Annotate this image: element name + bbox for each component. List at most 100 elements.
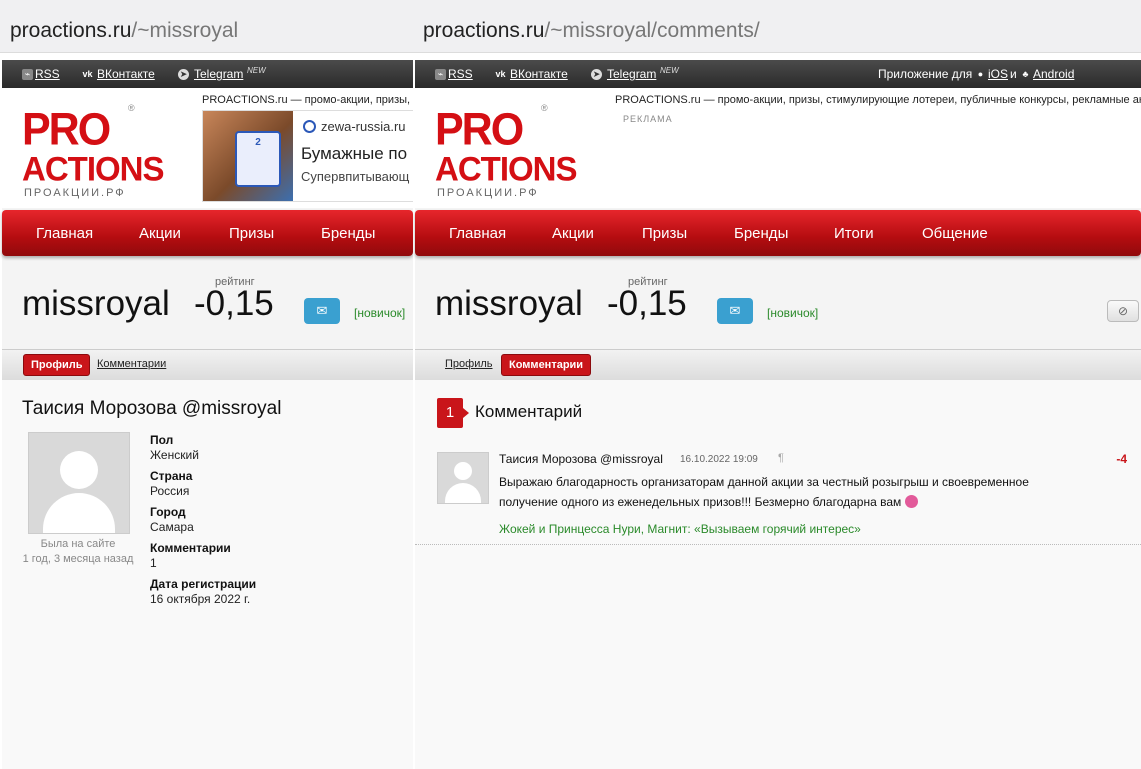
tab-comments[interactable]: Комментарии (501, 354, 592, 376)
status-badge: [новичок] (767, 306, 819, 320)
menu-item-actions[interactable]: Акции (139, 225, 181, 242)
registered-mark: ® (128, 103, 135, 113)
vk-icon: vk (495, 69, 506, 79)
block-icon: ⊘ (1117, 304, 1129, 318)
site-logo[interactable]: PRO ACTIONS ПРОАКЦИИ.РФ ® (435, 103, 578, 203)
url-path: /~missroyal/comments/ (544, 19, 760, 42)
ad-image: 2 (203, 111, 293, 201)
pack-label: 2 (255, 137, 261, 148)
comment-author[interactable]: Таисия Морозова @missroyal (499, 452, 663, 466)
site-header: PRO ACTIONS ПРОАКЦИИ.РФ ® PROACTIONS.ru … (2, 88, 413, 208)
rating-value: -0,15 (607, 284, 687, 323)
product-pack-image: 2 (235, 131, 281, 187)
and-label: и (1010, 67, 1017, 81)
telegram-icon: ➤ (591, 69, 602, 80)
telegram-icon: ➤ (178, 69, 189, 80)
right-browser-window: proactions.ru/~missroyal/comments/ ⌁ RSS… (413, 0, 1141, 769)
ad-domain: zewa-russia.ru (321, 119, 406, 134)
url-path: /~missroyal (131, 19, 239, 42)
address-bar[interactable]: proactions.ru/~missroyal/comments/ (413, 0, 1141, 53)
ad-banner[interactable]: 2 zewa-russia.ru Бумажные по Супервпитыв… (202, 110, 413, 202)
username: missroyal (435, 284, 583, 323)
avatar-body (445, 483, 481, 503)
site-logo[interactable]: PRO ACTIONS ПРОАКЦИИ.РФ ® (22, 103, 165, 203)
logo-line3: ПРОАКЦИИ.РФ (24, 187, 126, 199)
url-host: proactions.ru (10, 19, 132, 42)
info-label-comments: Комментарии (150, 541, 231, 555)
vk-link[interactable]: ВКонтакте (97, 67, 155, 81)
android-link[interactable]: Android (1033, 67, 1074, 81)
ad-domain-icon (303, 120, 316, 133)
info-label-gender: Пол (150, 433, 174, 447)
profile-tabs: Профиль Комментарии (2, 349, 413, 381)
profile-header: missroyal рейтинг -0,15 ✉ [новичок] (2, 270, 413, 340)
menu-item-community[interactable]: Общение (922, 225, 988, 242)
site-tagline: PROACTIONS.ru — промо-акции, призы, с (202, 94, 413, 106)
page: ⌁ RSS vk ВКонтакте ➤ Telegram NEW Прилож… (415, 60, 1141, 769)
menu-item-actions[interactable]: Акции (552, 225, 594, 242)
profile-header: missroyal рейтинг -0,15 ✉ [новичок] ⊘ (415, 270, 1141, 340)
app-promo-label: Приложение для (878, 67, 973, 81)
info-value-gender: Женский (150, 448, 199, 462)
tab-comments[interactable]: Комментарии (90, 354, 173, 374)
tab-profile[interactable]: Профиль (23, 354, 91, 376)
block-user-button[interactable]: ⊘ (1107, 300, 1139, 322)
username: missroyal (22, 284, 170, 323)
avatar (28, 432, 130, 534)
logo-line3: ПРОАКЦИИ.РФ (437, 187, 539, 199)
comment-action-link[interactable]: Жокей и Принцесса Нури, Магнит: «Вызывае… (499, 522, 861, 536)
menu-item-prizes[interactable]: Призы (642, 225, 687, 242)
logo-line2: ACTIONS (435, 149, 578, 188)
info-label-registration: Дата регистрации (150, 577, 257, 591)
vk-link[interactable]: ВКонтакте (510, 67, 568, 81)
logo-line1: PRO (22, 104, 111, 156)
registered-mark: ® (541, 103, 548, 113)
menu-item-home[interactable]: Главная (36, 225, 93, 242)
comment-permalink[interactable]: ¶ (778, 452, 784, 464)
send-message-button[interactable]: ✉ (717, 298, 753, 324)
rss-icon: ⌁ (435, 69, 446, 80)
info-value-comments: 1 (150, 556, 157, 570)
comments-title: Комментарий (475, 402, 583, 421)
profile-content: Таисия Морозова @missroyal Была на сайте… (2, 380, 413, 769)
rating-value: -0,15 (194, 284, 274, 323)
android-icon: ♣ (1022, 69, 1029, 79)
rss-link[interactable]: RSS (35, 67, 60, 81)
menu-item-prizes[interactable]: Призы (229, 225, 274, 242)
top-bar: ⌁ RSS vk ВКонтакте ➤ Telegram NEW (2, 60, 413, 88)
comments-count-badge: 1 (437, 398, 469, 428)
comments-content: 1 Комментарий Таисия Морозова @missroyal… (415, 380, 1141, 769)
mail-icon: ✉ (316, 303, 328, 318)
menu-item-brands[interactable]: Бренды (321, 225, 375, 242)
site-tagline: PROACTIONS.ru — промо-акции, призы, стим… (615, 94, 1141, 106)
ad-title: Бумажные по (301, 144, 408, 163)
telegram-link[interactable]: Telegram (607, 67, 656, 81)
menu-item-results[interactable]: Итоги (834, 225, 874, 242)
comment-avatar (437, 452, 489, 504)
url-host: proactions.ru (423, 19, 545, 42)
comment-divider (415, 544, 1141, 545)
logo-line1: PRO (435, 104, 524, 156)
rss-icon: ⌁ (22, 69, 33, 80)
new-badge: NEW (247, 66, 266, 75)
menu-item-home[interactable]: Главная (449, 225, 506, 242)
tab-profile[interactable]: Профиль (438, 354, 500, 374)
logo-line2: ACTIONS (22, 149, 165, 188)
send-message-button[interactable]: ✉ (304, 298, 340, 324)
menu-item-brands[interactable]: Бренды (734, 225, 788, 242)
address-bar[interactable]: proactions.ru/~missroyal (0, 0, 413, 53)
ad-label: РЕКЛАМА (623, 114, 673, 124)
flower-emoji-icon (905, 495, 919, 508)
avatar-head (454, 462, 472, 480)
rss-link[interactable]: RSS (448, 67, 473, 81)
mail-icon: ✉ (729, 303, 741, 318)
telegram-link[interactable]: Telegram (194, 67, 243, 81)
avatar-head (60, 451, 98, 489)
comment-date: 16.10.2022 19:09 (680, 454, 758, 465)
info-label-country: Страна (150, 469, 193, 483)
comment-text: Выражаю благодарность организаторам данн… (499, 475, 1029, 509)
page: ⌁ RSS vk ВКонтакте ➤ Telegram NEW PRO AC… (2, 60, 413, 769)
left-browser-window: proactions.ru/~missroyal ⌁ RSS vk ВКонта… (0, 0, 413, 769)
info-value-city: Самара (150, 520, 194, 534)
ios-link[interactable]: iOS (988, 67, 1008, 81)
